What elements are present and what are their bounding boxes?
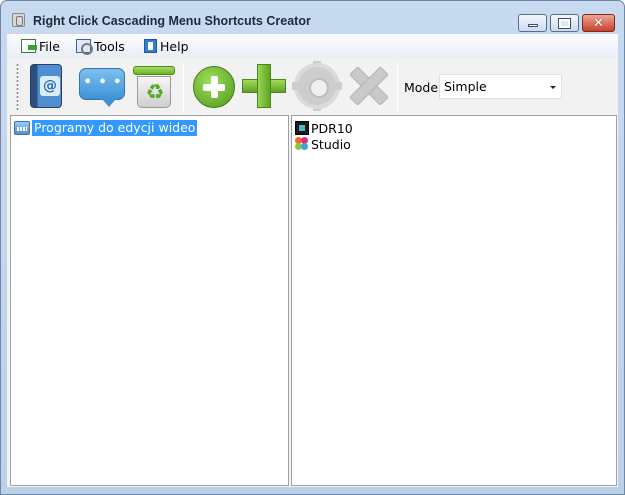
menu-bar: File Tools Help (7, 34, 618, 58)
folder-menu-icon (14, 121, 30, 135)
delete-button[interactable] (344, 62, 392, 110)
list-item[interactable]: Studio (295, 136, 351, 152)
add-button[interactable] (240, 62, 288, 110)
chat-bubble-icon (79, 68, 126, 107)
tree-item[interactable]: Programy do edycji wideo (14, 120, 198, 136)
plus-icon-vertical (257, 64, 271, 108)
toolbar: Mode Simple (7, 59, 618, 115)
recycle-bin-button[interactable] (130, 62, 178, 110)
flower-icon (295, 137, 309, 151)
close-icon: ✕ (593, 15, 604, 31)
toolbar-grip[interactable] (16, 63, 19, 111)
chevron-down-icon[interactable] (550, 86, 556, 89)
client-area: File Tools Help @ • • • ♻ Mode Simple Pr… (7, 34, 618, 487)
toolbar-separator (183, 63, 184, 111)
list-item[interactable]: PDR10 (295, 120, 353, 136)
settings-button[interactable] (292, 61, 342, 111)
menu-help[interactable]: Help (144, 37, 189, 55)
mode-select-value: Simple (444, 79, 487, 94)
address-book-icon (30, 64, 62, 108)
maximize-button[interactable] (550, 14, 579, 32)
minimize-button[interactable] (518, 14, 547, 32)
list-item-label: Studio (311, 136, 351, 152)
add-circle-button[interactable] (189, 62, 237, 110)
help-menu-icon (144, 39, 157, 53)
gear-icon (292, 67, 342, 105)
menu-tools[interactable]: Tools (76, 37, 125, 55)
plus-circle-icon (193, 66, 235, 108)
menu-file-label: File (39, 38, 60, 54)
film-icon (295, 121, 309, 135)
address-book-button[interactable] (24, 62, 72, 110)
menu-file[interactable]: File (21, 37, 60, 55)
message-button[interactable] (77, 62, 126, 110)
app-window: Right Click Cascading Menu Shortcuts Cre… (0, 0, 625, 495)
close-button[interactable]: ✕ (582, 14, 615, 32)
menu-tree-pane[interactable]: Programy do edycji wideo (10, 115, 289, 486)
menu-tools-label: Tools (94, 38, 125, 54)
recycle-bin-lid-icon (133, 66, 175, 75)
tools-menu-icon (76, 39, 93, 55)
tree-item-label: Programy do edycji wideo (32, 120, 198, 136)
mode-label: Mode (404, 80, 439, 95)
app-icon (12, 13, 25, 27)
menu-help-label: Help (160, 38, 189, 54)
toolbar-separator-2 (397, 63, 398, 111)
shortcut-list-pane[interactable]: PDR10 Studio (291, 115, 617, 486)
recycle-bin-icon (137, 76, 172, 108)
file-menu-icon (21, 39, 37, 53)
maximize-icon (558, 17, 571, 29)
minimize-icon (527, 24, 538, 27)
window-title: Right Click Cascading Menu Shortcuts Cre… (33, 14, 311, 28)
title-bar[interactable]: Right Click Cascading Menu Shortcuts Cre… (1, 1, 624, 34)
mode-select[interactable]: Simple (439, 74, 562, 99)
list-item-label: PDR10 (311, 120, 353, 136)
